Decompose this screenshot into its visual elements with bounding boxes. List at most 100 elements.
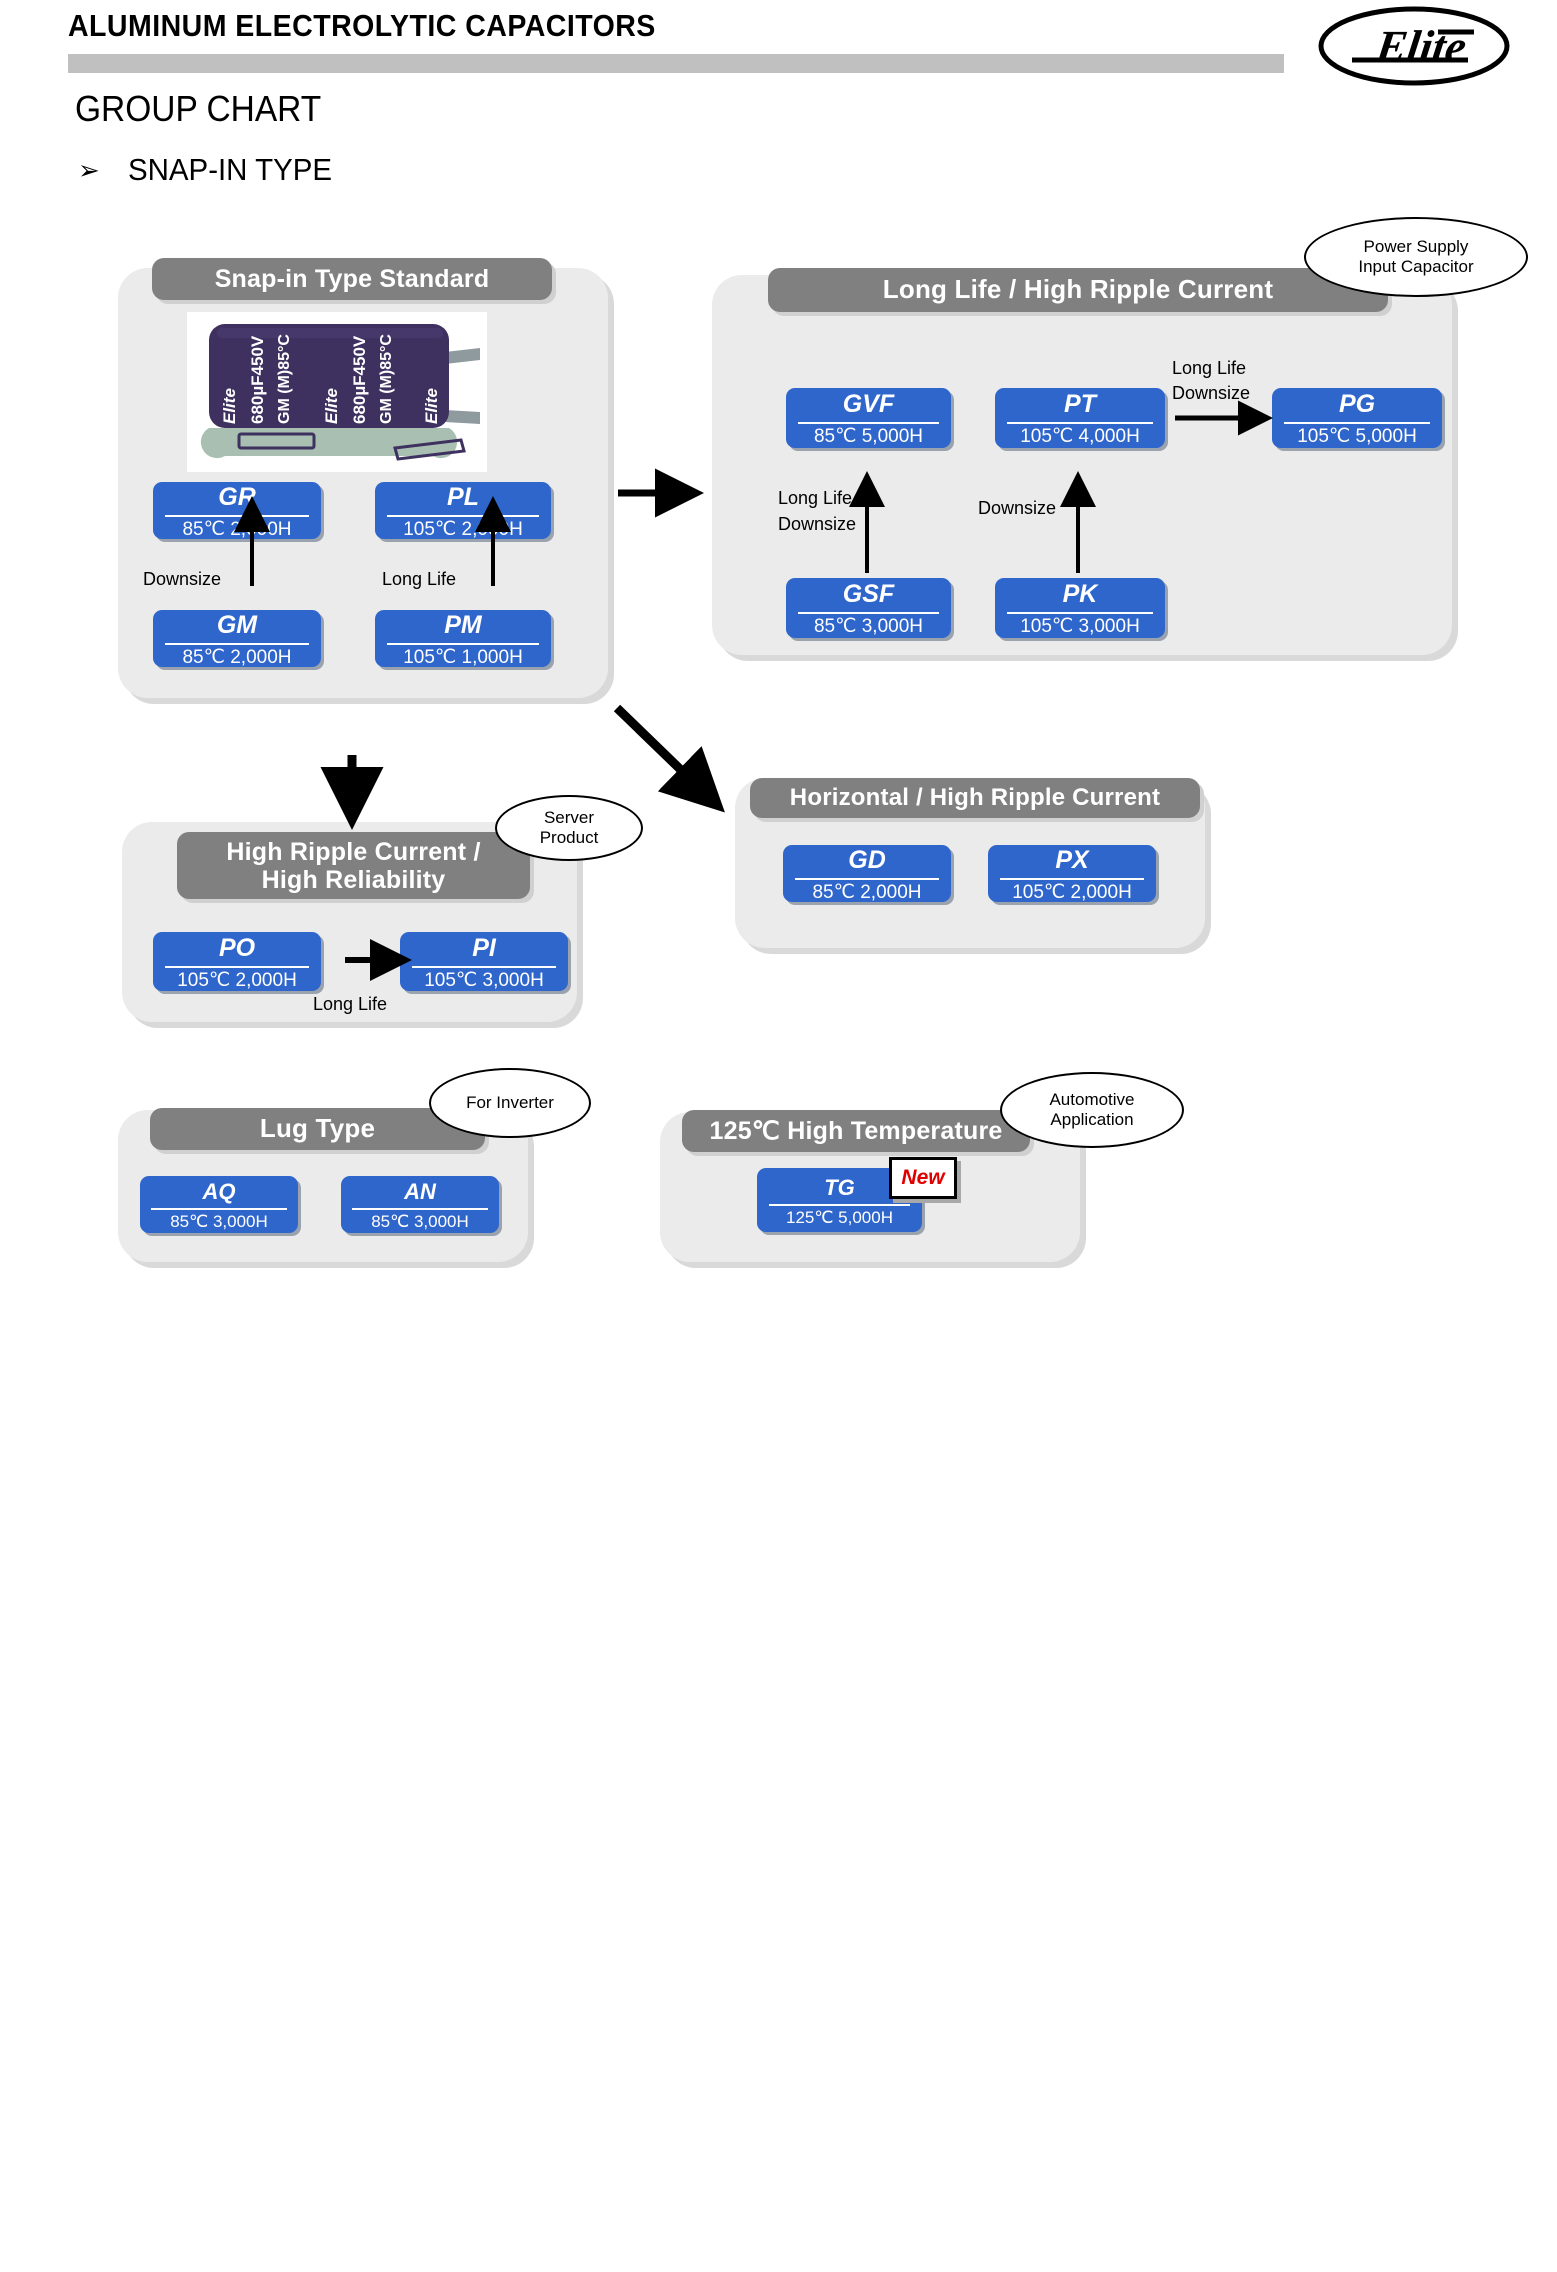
part-spec: 105℃ 5,000H bbox=[1297, 426, 1417, 447]
callout-line2: Product bbox=[539, 828, 599, 847]
panel-title-high-temperature-125: 125℃ High Temperature bbox=[682, 1110, 1030, 1152]
panel-title-line1: High Ripple Current / bbox=[226, 837, 481, 866]
part-spec: 85℃ 5,000H bbox=[813, 426, 924, 447]
part-chip-pk[interactable]: PK 105℃ 3,000H bbox=[995, 578, 1165, 638]
part-chip-gd[interactable]: GD 85℃ 2,000H bbox=[783, 845, 951, 902]
callout-server: Server Product bbox=[495, 795, 643, 861]
new-badge: New bbox=[889, 1157, 957, 1199]
arrow-label-downsize-gsf-gvf: Downsize bbox=[778, 514, 857, 534]
part-spec: 105℃ 2,000H bbox=[403, 518, 523, 540]
part-chip-pt[interactable]: PT 105℃ 4,000H bbox=[995, 388, 1165, 448]
part-chip-an[interactable]: AN 85℃ 3,000H bbox=[341, 1176, 499, 1233]
part-code: TG bbox=[824, 1174, 855, 1200]
chip-divider bbox=[797, 612, 940, 614]
part-code: AQ bbox=[202, 1179, 236, 1204]
part-chip-gsf[interactable]: GSF 85℃ 3,000H bbox=[786, 578, 951, 638]
arrow-label-longlife-po-pi: Long Life bbox=[313, 994, 388, 1014]
arrow-label-downsize-pt-pg: Downsize bbox=[1172, 383, 1251, 403]
part-chip-pl[interactable]: PL 105℃ 2,000H bbox=[375, 482, 551, 539]
part-chip-pg[interactable]: PG 105℃ 5,000H bbox=[1272, 388, 1442, 448]
part-code: GM bbox=[216, 610, 258, 639]
part-code: GD bbox=[848, 845, 886, 874]
part-spec: 105℃ 4,000H bbox=[1020, 426, 1140, 447]
part-code: GR bbox=[218, 482, 256, 511]
part-chip-gr[interactable]: GR 85℃ 2,000H bbox=[153, 482, 321, 539]
part-code: PX bbox=[1055, 845, 1089, 874]
chip-divider bbox=[352, 1208, 488, 1210]
arrow-label-downsize-gm-gr: Downsize bbox=[143, 569, 222, 589]
svg-text:Elite: Elite bbox=[1372, 21, 1470, 72]
callout-inverter: For Inverter bbox=[429, 1068, 591, 1138]
panel-title-high-ripple-high-reliability: High Ripple Current / High Reliability bbox=[177, 832, 530, 899]
svg-text:Elite: Elite bbox=[422, 388, 441, 424]
part-code: GSF bbox=[842, 580, 895, 608]
part-spec: 105℃ 1,000H bbox=[403, 646, 523, 668]
chip-divider bbox=[387, 514, 539, 517]
svg-text:GM (M)85°C: GM (M)85°C bbox=[276, 334, 293, 424]
part-spec: 105℃ 3,000H bbox=[1020, 616, 1140, 637]
panel-title-horizontal-high-ripple: Horizontal / High Ripple Current bbox=[750, 778, 1200, 818]
elite-logo: Elite bbox=[1318, 6, 1510, 86]
capacitor-photo: Elite 680µF450V GM (M)85°C Elite 680µF45… bbox=[187, 312, 487, 472]
part-code: PL bbox=[447, 482, 479, 511]
part-spec: 85℃ 3,000H bbox=[170, 1212, 268, 1231]
callout-automotive: Automotive Application bbox=[1000, 1072, 1184, 1148]
svg-text:680µF450V: 680µF450V bbox=[248, 335, 267, 424]
page-title: GROUP CHART bbox=[75, 88, 322, 129]
part-chip-pm[interactable]: PM 105℃ 1,000H bbox=[375, 610, 551, 667]
part-chip-pi[interactable]: PI 105℃ 3,000H bbox=[400, 932, 568, 991]
part-chip-gm[interactable]: GM 85℃ 2,000H bbox=[153, 610, 321, 667]
part-code: PO bbox=[218, 933, 256, 962]
part-code: PT bbox=[1064, 390, 1096, 418]
chip-divider bbox=[768, 1203, 911, 1206]
part-chip-aq[interactable]: AQ 85℃ 3,000H bbox=[140, 1176, 298, 1233]
chip-divider bbox=[411, 965, 557, 968]
part-code: GVF bbox=[842, 390, 895, 418]
chip-divider bbox=[794, 877, 940, 880]
part-code: PM bbox=[444, 610, 482, 639]
chip-divider bbox=[164, 965, 310, 968]
part-code: AN bbox=[404, 1179, 436, 1204]
part-spec: 105℃ 3,000H bbox=[424, 969, 544, 991]
panel-title-line2: High Reliability bbox=[261, 865, 446, 894]
arrow-label-longlife-pt-pg: Long Life bbox=[1172, 358, 1247, 378]
callout-line1: For Inverter bbox=[466, 1092, 554, 1112]
callout-power-supply: Power Supply Input Capacitor bbox=[1304, 217, 1528, 297]
header-rule bbox=[68, 54, 1284, 73]
part-code: PI bbox=[472, 933, 496, 962]
arrow-label-downsize-pk-pt: Downsize bbox=[978, 498, 1057, 518]
part-code: PG bbox=[1338, 390, 1376, 418]
panel-title-snap-in-standard: Snap-in Type Standard bbox=[152, 258, 552, 300]
svg-text:GM (M)85°C: GM (M)85°C bbox=[378, 334, 395, 424]
part-code: PK bbox=[1062, 580, 1098, 608]
chip-divider bbox=[387, 642, 539, 645]
svg-text:680µF450V: 680µF450V bbox=[350, 335, 369, 424]
callout-line1: Automotive bbox=[1049, 1089, 1135, 1109]
callout-line1: Power Supply bbox=[1363, 236, 1469, 256]
chip-divider bbox=[164, 642, 310, 645]
section-label: SNAP-IN TYPE bbox=[128, 152, 333, 187]
chip-divider bbox=[164, 514, 310, 517]
part-chip-px[interactable]: PX 105℃ 2,000H bbox=[988, 845, 1156, 902]
part-spec: 85℃ 2,000H bbox=[812, 881, 922, 903]
callout-line2: Application bbox=[1050, 1110, 1134, 1129]
part-spec: 125℃ 5,000H bbox=[786, 1207, 893, 1227]
group-chart-page: ALUMINUM ELECTROLYTIC CAPACITORS Elite G… bbox=[0, 0, 1557, 2272]
part-chip-po[interactable]: PO 105℃ 2,000H bbox=[153, 932, 321, 991]
arrow-label-longlife-pm-pl: Long Life bbox=[382, 569, 457, 589]
part-spec: 105℃ 2,000H bbox=[1012, 881, 1132, 903]
chip-divider bbox=[1006, 422, 1154, 424]
part-spec: 85℃ 3,000H bbox=[813, 616, 924, 637]
svg-text:Elite: Elite bbox=[220, 388, 239, 424]
callout-line2: Input Capacitor bbox=[1358, 257, 1474, 276]
part-spec: 85℃ 2,000H bbox=[182, 518, 292, 540]
arrow-label-longlife-gsf-gvf: Long Life bbox=[778, 488, 853, 508]
part-spec: 105℃ 2,000H bbox=[177, 969, 297, 991]
chip-divider bbox=[797, 422, 940, 424]
chip-divider bbox=[151, 1208, 287, 1210]
bullet-icon: ➢ bbox=[78, 155, 100, 185]
callout-line1: Server bbox=[543, 807, 595, 827]
chip-divider bbox=[1283, 422, 1431, 424]
panel-title-long-life-high-ripple: Long Life / High Ripple Current bbox=[768, 268, 1388, 312]
part-chip-gvf[interactable]: GVF 85℃ 5,000H bbox=[786, 388, 951, 448]
